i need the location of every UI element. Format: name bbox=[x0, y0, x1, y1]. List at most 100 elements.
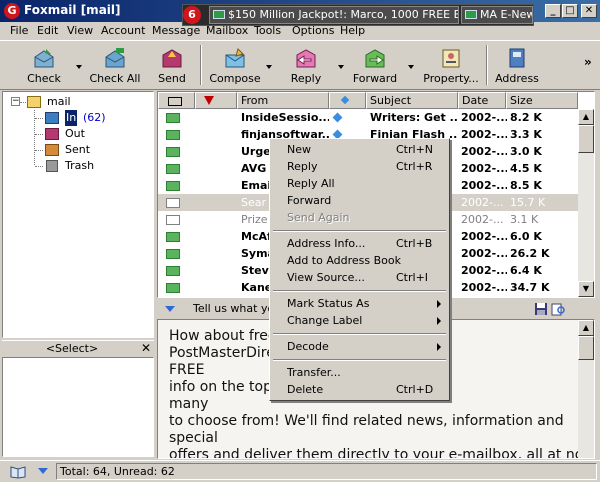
item-label: Send Again bbox=[287, 211, 350, 224]
context-item-reply-all[interactable]: Reply All bbox=[272, 175, 447, 192]
context-item-address-info[interactable]: Address Info... Ctrl+B bbox=[272, 235, 447, 252]
save-icon[interactable] bbox=[534, 302, 548, 316]
scroll-thumb[interactable] bbox=[578, 336, 594, 360]
expand-triangle-icon[interactable] bbox=[38, 468, 48, 474]
shortcut-label: Ctrl+N bbox=[396, 143, 434, 156]
preview-line: to choose from! We'll find related news,… bbox=[169, 413, 564, 429]
date-cell: 2002-... bbox=[461, 162, 507, 175]
column-header-flag[interactable] bbox=[195, 92, 237, 109]
column-header-priority[interactable] bbox=[329, 92, 366, 109]
mailbox-icon bbox=[27, 96, 41, 108]
context-item-mark-status-as[interactable]: Mark Status As bbox=[272, 295, 447, 312]
scroll-thumb[interactable] bbox=[578, 125, 594, 153]
envelope-icon bbox=[166, 181, 180, 191]
maximize-button[interactable]: □ bbox=[562, 4, 578, 18]
flag-icon bbox=[204, 96, 214, 105]
compose-dropdown-arrow[interactable] bbox=[266, 65, 272, 69]
context-item-new[interactable]: New Ctrl+N bbox=[272, 141, 447, 158]
context-item-forward[interactable]: Forward bbox=[272, 192, 447, 209]
envelope-icon bbox=[166, 164, 180, 174]
menu-message[interactable]: Message bbox=[152, 24, 200, 37]
context-item-decode[interactable]: Decode bbox=[272, 338, 447, 355]
preview-scrollbar[interactable]: ▲ bbox=[578, 320, 594, 458]
item-label: Reply bbox=[287, 160, 318, 173]
envelope-icon bbox=[166, 198, 180, 208]
date-cell: 2002-... bbox=[461, 247, 507, 260]
item-label: Add to Address Book bbox=[287, 254, 402, 267]
menu-help[interactable]: Help bbox=[340, 24, 365, 37]
context-item-change-label[interactable]: Change Label bbox=[272, 312, 447, 329]
send-button[interactable]: Send bbox=[152, 45, 192, 87]
menu-mailbox[interactable]: Mailbox bbox=[206, 24, 248, 37]
shortcut-label: Ctrl+B bbox=[396, 237, 433, 250]
table-row[interactable]: InsideSessio... Writers: Get ... 2002-... 8… bbox=[158, 109, 578, 126]
date-cell: 2002-... bbox=[461, 128, 507, 141]
envelope-icon bbox=[166, 147, 180, 157]
envelope-icon bbox=[166, 283, 180, 293]
reply-label: Reply bbox=[290, 72, 322, 85]
column-header-date[interactable]: Date bbox=[458, 92, 506, 109]
minimize-button[interactable]: _ bbox=[545, 4, 561, 18]
column-header-from[interactable]: From bbox=[237, 92, 329, 109]
menu-options[interactable]: Options bbox=[292, 24, 334, 37]
size-cell: 3.0 K bbox=[510, 145, 542, 158]
forward-button[interactable]: Forward bbox=[350, 45, 400, 87]
envelope-icon bbox=[166, 266, 180, 276]
menu-file[interactable]: File bbox=[10, 24, 28, 37]
context-item-add-to-address-book[interactable]: Add to Address Book bbox=[272, 252, 447, 269]
menu-edit[interactable]: Edit bbox=[37, 24, 58, 37]
book-icon[interactable] bbox=[10, 465, 26, 479]
message-list-scrollbar[interactable]: ▲ ▼ bbox=[578, 109, 594, 297]
property-button[interactable]: Property... bbox=[422, 45, 480, 87]
column-header-size[interactable]: Size bbox=[506, 92, 578, 109]
check-button[interactable]: Check bbox=[18, 45, 70, 87]
close-button[interactable]: ✕ bbox=[581, 4, 597, 18]
menu-separator bbox=[273, 359, 446, 361]
scroll-up-button[interactable]: ▲ bbox=[578, 109, 594, 125]
item-label: Address Info... bbox=[287, 237, 366, 250]
item-label: Delete bbox=[287, 383, 324, 396]
context-item-send-again: Send Again bbox=[272, 209, 447, 226]
toolbar-overflow-button[interactable]: » bbox=[584, 55, 592, 69]
date-cell: 2002-... bbox=[461, 213, 504, 226]
date-cell: 2002-... bbox=[461, 264, 507, 277]
priority-icon bbox=[340, 95, 350, 105]
menu-bar: File Edit View Account Message Mailbox T… bbox=[0, 22, 600, 40]
tree-line bbox=[35, 150, 43, 151]
date-cell: 2002-... bbox=[461, 145, 507, 158]
item-label: Decode bbox=[287, 340, 329, 353]
item-label: Forward bbox=[287, 194, 332, 207]
envelope-icon bbox=[166, 215, 180, 225]
check-dropdown-arrow[interactable] bbox=[76, 65, 82, 69]
column-header-subject[interactable]: Subject bbox=[366, 92, 458, 109]
scroll-up-button[interactable]: ▲ bbox=[578, 320, 594, 336]
context-item-view-source[interactable]: View Source... Ctrl+I bbox=[272, 269, 447, 286]
column-header-status[interactable] bbox=[158, 92, 195, 109]
forward-dropdown-arrow[interactable] bbox=[408, 65, 414, 69]
context-item-delete[interactable]: Delete Ctrl+D bbox=[272, 381, 447, 398]
reply-button[interactable]: Reply bbox=[284, 45, 328, 87]
address-button[interactable]: Address bbox=[494, 45, 540, 87]
scroll-down-button[interactable]: ▼ bbox=[578, 281, 594, 297]
menu-account[interactable]: Account bbox=[101, 24, 145, 37]
reply-icon bbox=[296, 49, 316, 68]
tree-expander[interactable]: − bbox=[11, 97, 20, 106]
menu-view[interactable]: View bbox=[67, 24, 93, 37]
context-item-reply[interactable]: Reply Ctrl+R bbox=[272, 158, 447, 175]
attachment-icon[interactable] bbox=[551, 302, 565, 316]
envelope-icon bbox=[465, 10, 477, 19]
preview-line: FREE bbox=[169, 362, 205, 378]
compose-button[interactable]: Compose bbox=[208, 45, 262, 87]
select-pane[interactable] bbox=[2, 357, 154, 457]
expand-triangle-icon[interactable] bbox=[165, 306, 175, 312]
context-menu: New Ctrl+N Reply Ctrl+R Reply All Forward … bbox=[269, 138, 450, 401]
tree-line bbox=[35, 118, 43, 119]
status-bar: Total: 64, Unread: 62 bbox=[0, 460, 600, 482]
close-icon[interactable]: ✕ bbox=[141, 341, 151, 355]
check-all-button[interactable]: Check All bbox=[88, 45, 142, 87]
toolbar-separator bbox=[486, 45, 488, 85]
context-item-transfer[interactable]: Transfer... bbox=[272, 364, 447, 381]
reply-dropdown-arrow[interactable] bbox=[338, 65, 344, 69]
trash-icon bbox=[46, 160, 58, 172]
menu-tools[interactable]: Tools bbox=[254, 24, 281, 37]
